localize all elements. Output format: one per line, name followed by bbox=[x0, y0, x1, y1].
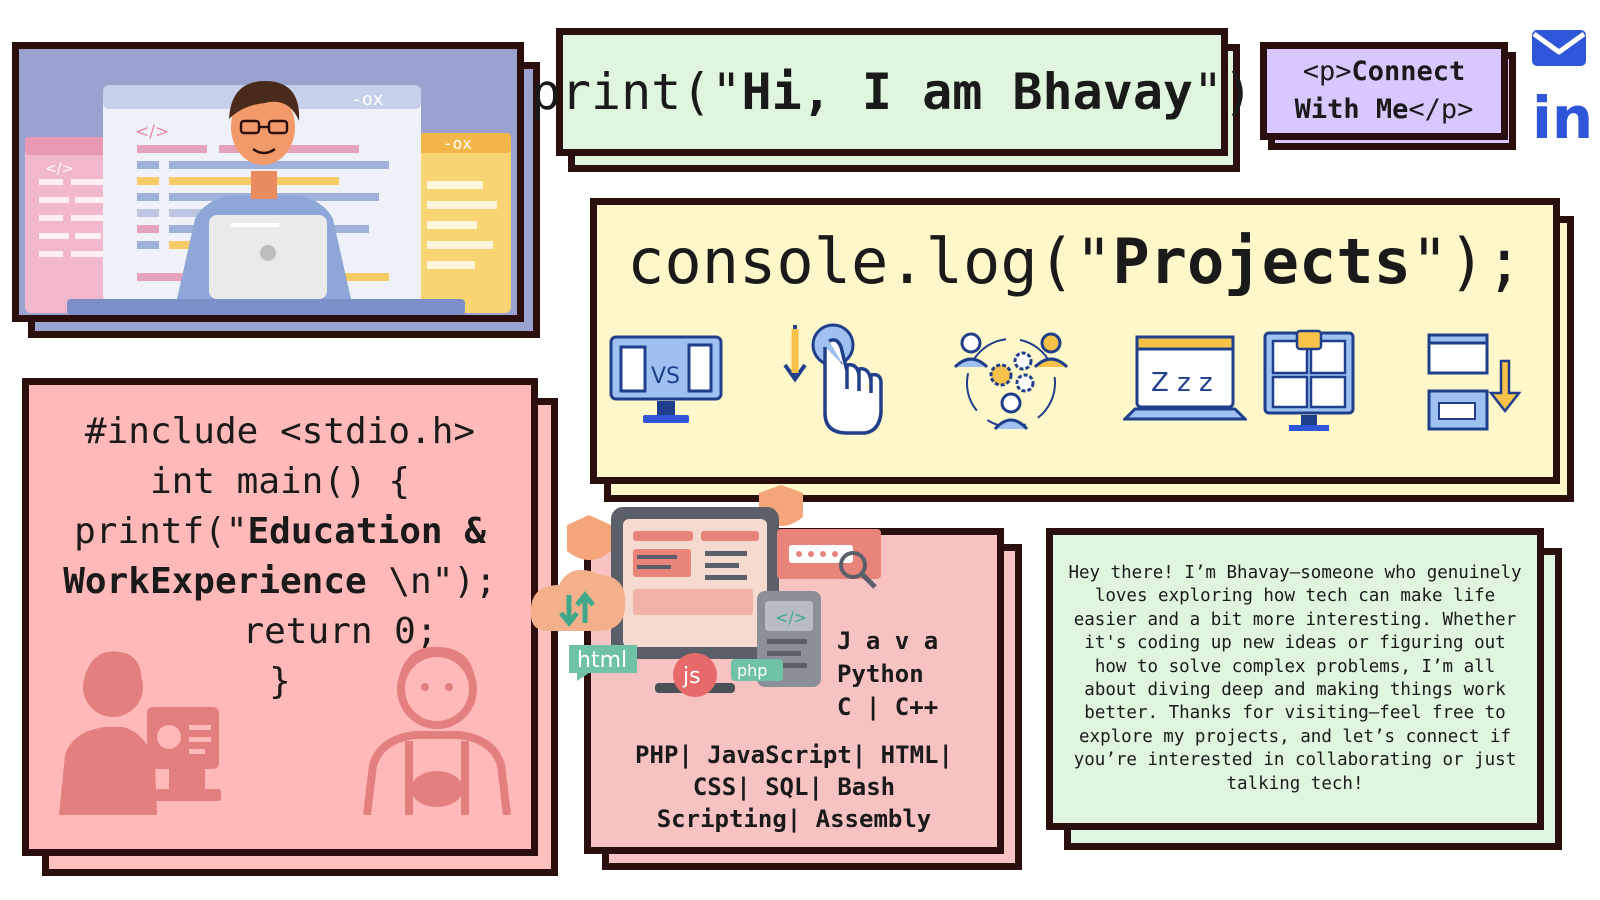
hero-main-code-tag: </> bbox=[135, 122, 169, 142]
skills-card[interactable]: </> html js php J a v a Python C | C++ P… bbox=[530, 485, 1004, 854]
linkedin-icon[interactable]: in bbox=[1532, 88, 1593, 148]
skills-primary-languages: J a v a Python C | C++ bbox=[837, 625, 938, 724]
hero-illustration: </> -ox -ox </> bbox=[12, 42, 524, 322]
education-printf-prefix: printf(" bbox=[74, 511, 248, 552]
education-line-printf: printf("Education & bbox=[29, 507, 531, 557]
skills-phone-code-tag: </> bbox=[775, 608, 807, 627]
skills-html-badge: html bbox=[577, 648, 627, 673]
skills-php-badge: php bbox=[737, 661, 767, 680]
mail-icon[interactable] bbox=[1530, 26, 1588, 68]
education-heading-part2: WorkExperience bbox=[63, 561, 367, 602]
skills-list-line1: PHP| JavaScript| HTML| bbox=[635, 741, 953, 769]
education-line-heading: WorkExperience \n"); bbox=[29, 557, 531, 607]
screens-chat-icon[interactable] bbox=[1261, 329, 1357, 433]
skills-lang-java: J a v a bbox=[837, 627, 939, 655]
education-code-block: #include <stdio.h> int main() { printf("… bbox=[29, 407, 531, 707]
sleep-laptop-icon[interactable]: Z z z bbox=[1123, 333, 1247, 429]
skills-list-line3: Scripting| Assembly bbox=[656, 805, 932, 833]
connect-button[interactable]: <p>Connect With Me</p> bbox=[1260, 42, 1508, 140]
education-line-return: return 0; bbox=[242, 611, 438, 652]
hero-main-window-controls: -ox bbox=[351, 89, 384, 110]
about-card: Hey there! I’m Bhavay—someone who genuin… bbox=[1046, 528, 1544, 830]
skills-list-line2: CSS| SQL| Bash bbox=[692, 773, 896, 801]
hero-right-window-controls: -ox bbox=[443, 134, 472, 153]
education-heading-part1: Education & bbox=[247, 511, 486, 552]
title-prefix: print(" bbox=[530, 63, 742, 121]
education-line-include: #include <stdio.h> bbox=[84, 411, 476, 452]
title-suffix: ") bbox=[1193, 63, 1254, 121]
connect-text-line2: With Me bbox=[1294, 94, 1409, 125]
education-printf-suffix: \n"); bbox=[366, 561, 497, 602]
connect-line1: <p>Connect bbox=[1303, 53, 1466, 91]
tap-gesture-icon[interactable] bbox=[777, 323, 887, 437]
vs-monitor-label: VS bbox=[651, 364, 680, 389]
connect-close-tag: </p> bbox=[1408, 94, 1474, 125]
projects-title-prefix: console.log(" bbox=[627, 225, 1113, 298]
web-dev-illustration: </> html js php bbox=[530, 485, 881, 697]
sleep-laptop-label: Z z z bbox=[1151, 368, 1213, 398]
developer-at-laptop-illustration: </> -ox -ox </> bbox=[25, 81, 511, 315]
vs-monitor-icon[interactable]: VS bbox=[607, 333, 725, 429]
education-line-main: int main() { bbox=[149, 461, 411, 502]
windows-transfer-icon[interactable] bbox=[1425, 331, 1521, 435]
title-name: Hi, I am Bhavay bbox=[741, 63, 1194, 121]
skills-lang-c: C | C++ bbox=[837, 693, 939, 721]
connect-open-tag: <p> bbox=[1302, 56, 1352, 87]
projects-title-word: Projects bbox=[1112, 225, 1411, 298]
education-card[interactable]: #include <stdio.h> int main() { printf("… bbox=[22, 378, 538, 856]
projects-title-suffix: "); bbox=[1410, 225, 1523, 298]
title-card: print(" Hi, I am Bhavay ") bbox=[531, 28, 1253, 156]
projects-card[interactable]: console.log("Projects"); VS Z z z bbox=[590, 198, 1560, 484]
skills-lang-python: Python bbox=[837, 660, 924, 688]
connect-line2: With Me</p> bbox=[1295, 91, 1474, 129]
about-text: Hey there! I’m Bhavay—someone who genuin… bbox=[1068, 562, 1522, 794]
education-line-close: } bbox=[269, 661, 291, 702]
connect-text-line1: Connect bbox=[1351, 56, 1466, 87]
skills-secondary-languages: PHP| JavaScript| HTML| CSS| SQL| Bash Sc… bbox=[591, 739, 997, 835]
team-gears-icon[interactable] bbox=[951, 329, 1071, 433]
projects-title: console.log("Projects"); bbox=[597, 225, 1553, 298]
hero-left-code-tag: </> bbox=[45, 161, 73, 177]
skills-js-badge: js bbox=[682, 664, 701, 689]
